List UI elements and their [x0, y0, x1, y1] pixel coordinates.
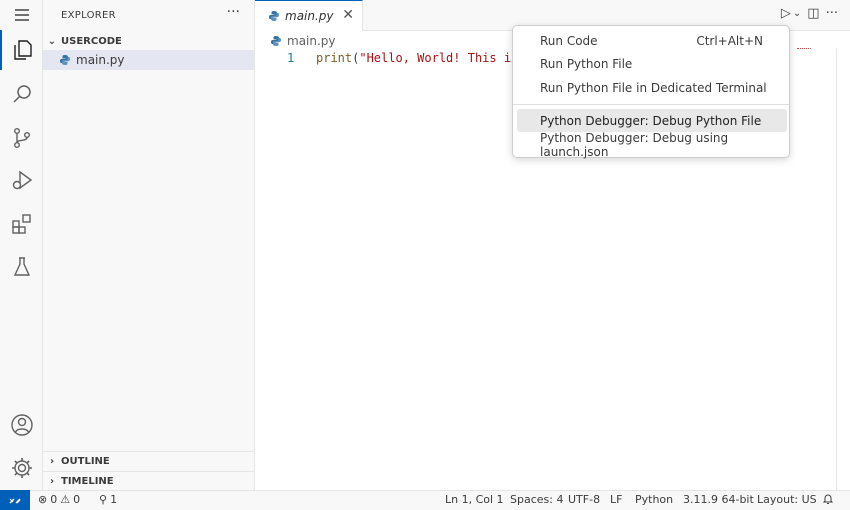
code-string: "Hello, World! This is	[359, 51, 519, 65]
error-count: 0	[50, 493, 58, 506]
menu-item-shortcut: Ctrl+Alt+N	[696, 33, 763, 48]
menu-item-debug-launch-json[interactable]: Python Debugger: Debug using launch.json	[517, 130, 787, 159]
python-file-icon	[60, 55, 70, 65]
timeline-label: TIMELINE	[61, 475, 114, 487]
tab-main-py[interactable]: main.py ✕	[255, 0, 363, 31]
end-of-line[interactable]: LF	[610, 493, 622, 506]
more-actions-icon[interactable]: ···	[826, 6, 838, 21]
ports-indicator[interactable]: ⚲ 1	[99, 493, 117, 506]
activity-bar	[0, 0, 43, 490]
menu-item-label: Run Python File in Dedicated Terminal	[540, 80, 767, 95]
python-file-icon	[269, 11, 279, 21]
timeline-section[interactable]: › TIMELINE	[43, 471, 255, 491]
menu-item-label: Run Code	[540, 33, 598, 48]
remote-indicator-icon[interactable]	[0, 490, 30, 510]
outline-section[interactable]: › OUTLINE	[43, 451, 255, 471]
explorer-icon[interactable]	[0, 30, 43, 70]
ports-count: 1	[110, 493, 118, 506]
warning-icon: ⚠	[60, 493, 71, 506]
tab-label: main.py	[285, 9, 334, 23]
cursor-position[interactable]: Ln 1, Col 1	[445, 493, 504, 506]
code-function: print	[316, 51, 353, 65]
outline-label: OUTLINE	[61, 455, 110, 467]
menu-item-debug-python-file[interactable]: Python Debugger: Debug Python File	[517, 109, 787, 132]
testing-icon[interactable]	[0, 247, 43, 287]
run-dropdown-menu: Run Code Ctrl+Alt+N Run Python File Run …	[512, 25, 790, 159]
breadcrumb-file[interactable]: main.py	[287, 34, 336, 48]
code-text[interactable]: print("Hello, World! This is	[316, 51, 518, 65]
settings-gear-icon[interactable]	[0, 448, 43, 488]
file-label: main.py	[76, 53, 125, 67]
account-icon[interactable]	[0, 405, 43, 445]
python-file-icon	[271, 36, 281, 46]
chevron-right-icon: ›	[49, 475, 55, 487]
status-bar: ⊗ 0 ⚠ 0 ⚲ 1 Ln 1, Col 1 Spaces: 4 UTF-8 …	[0, 490, 850, 510]
menu-item-label: Python Debugger: Debug using launch.json	[540, 130, 729, 159]
menu-item-label: Run Python File	[540, 56, 633, 71]
close-icon[interactable]: ✕	[342, 7, 354, 23]
chevron-right-icon: ›	[49, 455, 55, 467]
python-interpreter[interactable]: 3.11.9 64-bit	[683, 493, 754, 506]
editor-scrollbar[interactable]	[836, 49, 837, 490]
indentation[interactable]: Spaces: 4	[510, 493, 563, 506]
split-editor-icon[interactable]: ◫	[807, 6, 819, 21]
problems-indicator[interactable]: ⊗ 0 ⚠ 0	[38, 493, 80, 506]
notifications-bell-icon[interactable]	[822, 493, 834, 505]
sidebar-more-actions-icon[interactable]: ···	[227, 4, 240, 20]
run-icon[interactable]: ▷	[781, 6, 791, 21]
broadcast-icon: ⚲	[99, 493, 108, 506]
run-dropdown-icon[interactable]: ⌄	[793, 8, 801, 19]
editor-actions: ▷ ⌄ ◫ ···	[781, 6, 838, 21]
chevron-down-icon: ⌄	[47, 35, 57, 47]
extensions-icon[interactable]	[0, 204, 43, 244]
folder-section-usercode[interactable]: ⌄ USERCODE	[43, 31, 255, 51]
encoding[interactable]: UTF-8	[568, 493, 600, 506]
error-icon: ⊗	[38, 493, 48, 506]
language-mode[interactable]: Python	[635, 493, 673, 506]
folder-label: USERCODE	[61, 35, 122, 47]
keyboard-layout[interactable]: Layout: US	[757, 493, 817, 506]
explorer-sidebar: EXPLORER ··· ⌄ USERCODE main.py › OUTLIN…	[43, 0, 255, 490]
menu-item-run-code[interactable]: Run Code Ctrl+Alt+N	[517, 29, 787, 52]
line-number: 1	[287, 51, 295, 65]
menu-item-run-dedicated-terminal[interactable]: Run Python File in Dedicated Terminal	[517, 76, 787, 99]
source-control-icon[interactable]	[0, 118, 43, 158]
menu-item-label: Python Debugger: Debug Python File	[540, 113, 762, 128]
breadcrumb[interactable]: main.py	[270, 33, 336, 49]
warning-count: 0	[73, 493, 81, 506]
minimap-marker	[797, 48, 811, 50]
menu-item-run-python-file[interactable]: Run Python File	[517, 52, 787, 75]
file-item-main-py[interactable]: main.py	[43, 50, 254, 70]
search-icon[interactable]	[0, 74, 43, 114]
run-debug-icon[interactable]	[0, 160, 43, 200]
sidebar-title: EXPLORER	[61, 10, 116, 21]
menu-separator	[513, 104, 789, 105]
